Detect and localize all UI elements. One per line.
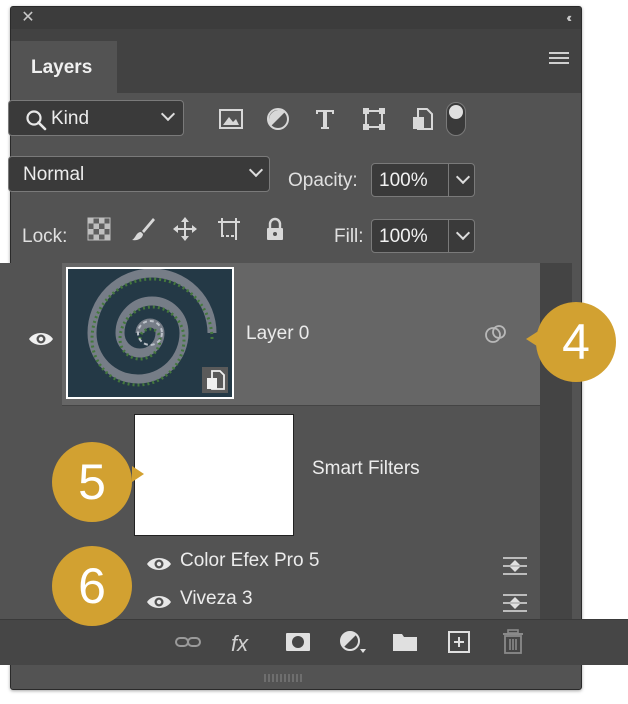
close-icon[interactable]: ✕: [19, 9, 37, 27]
filter-visibility-eye-icon[interactable]: [146, 594, 172, 610]
filter-name-viveza[interactable]: Viveza 3: [180, 588, 253, 610]
callout-badge-4: 4: [536, 302, 616, 382]
collapse-icon[interactable]: ‹‹: [566, 10, 571, 25]
chevron-down-icon: [249, 165, 263, 179]
callout-badge-6: 6: [52, 546, 132, 626]
lock-position-move-icon[interactable]: [172, 216, 198, 242]
pixel-layer-filter-icon[interactable]: [218, 106, 244, 132]
lock-artboard-icon[interactable]: [216, 216, 242, 242]
opacity-field[interactable]: 100%: [371, 163, 475, 197]
filter-kind-label: Kind: [51, 108, 90, 129]
fill-value: 100%: [379, 226, 428, 247]
opacity-dropdown-icon[interactable]: [456, 172, 470, 186]
layer-name[interactable]: Layer 0: [246, 323, 309, 345]
callout-5-pointer: [132, 466, 144, 482]
opacity-label: Opacity:: [288, 170, 358, 191]
filter-visibility-eye-icon[interactable]: [146, 556, 172, 572]
fill-label: Fill:: [334, 226, 364, 247]
lock-transparent-pixels-icon[interactable]: [86, 216, 112, 242]
new-layer-icon[interactable]: [445, 629, 473, 655]
filter-toggle-switch[interactable]: [446, 102, 466, 136]
opacity-value: 100%: [379, 170, 428, 191]
adjustment-layer-filter-icon[interactable]: [265, 106, 291, 132]
tab-layers[interactable]: Layers: [11, 41, 117, 93]
filter-kind-select[interactable]: Kind: [8, 100, 184, 136]
tab-layers-label: Layers: [31, 57, 93, 78]
panel-menu-icon[interactable]: [549, 52, 569, 66]
type-layer-filter-icon[interactable]: [312, 106, 338, 132]
panel-resize-grip[interactable]: [264, 669, 304, 682]
smart-object-filter-icon[interactable]: [410, 106, 436, 132]
lock-image-pixels-brush-icon[interactable]: [130, 216, 156, 242]
tab-row: Layers: [11, 29, 581, 93]
delete-layer-trash-icon[interactable]: [499, 629, 527, 655]
chevron-down-icon: [161, 109, 175, 123]
add-layer-mask-icon[interactable]: [284, 629, 312, 655]
layer-visibility-eye-icon[interactable]: [28, 331, 54, 347]
smart-filter-link-icon[interactable]: [484, 324, 508, 344]
blend-mode-value: Normal: [23, 164, 85, 185]
callout-badge-5: 5: [52, 442, 132, 522]
filter-name-color-efex[interactable]: Color Efex Pro 5: [180, 550, 319, 572]
lock-label: Lock:: [22, 226, 68, 247]
link-layers-icon[interactable]: [174, 629, 202, 655]
fill-field[interactable]: 100%: [371, 219, 475, 253]
filter-blending-options-icon[interactable]: [502, 555, 528, 577]
new-group-folder-icon[interactable]: [391, 629, 419, 655]
smart-filter-mask-thumbnail[interactable]: [134, 414, 294, 536]
fill-dropdown-icon[interactable]: [456, 228, 470, 242]
shape-layer-filter-icon[interactable]: [361, 106, 387, 132]
lock-all-padlock-icon[interactable]: [262, 216, 288, 242]
smart-filters-label: Smart Filters: [312, 458, 420, 479]
layer-thumbnail[interactable]: [66, 267, 234, 399]
smart-object-badge-icon: [202, 367, 228, 393]
blend-mode-select[interactable]: Normal: [8, 156, 270, 192]
search-icon: [26, 110, 47, 131]
new-adjustment-layer-icon[interactable]: [338, 629, 366, 655]
filter-blending-options-icon[interactable]: [502, 592, 528, 614]
panel-titlebar: ✕ ‹‹: [11, 7, 581, 29]
add-layer-style-fx-icon[interactable]: fx: [231, 631, 259, 657]
